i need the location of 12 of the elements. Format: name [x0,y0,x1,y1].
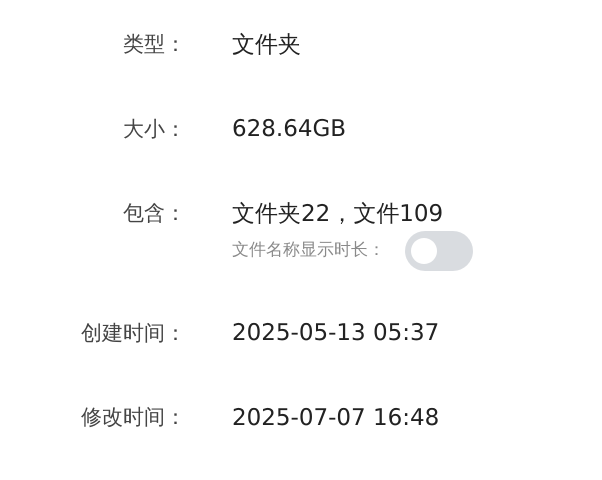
field-label: 包含： [122,200,186,228]
field-label: 创建时间： [80,320,186,347]
field-label: 修改时间： [80,404,186,432]
field-label: 大小： [122,116,186,143]
field-value: 628.64GB [232,115,346,144]
toggle-label: 文件名称显示时长： [232,239,385,262]
field-label: 类型： [122,31,186,58]
toggle-switch[interactable] [405,230,473,271]
field-value: 2025-07-07 16:48 [232,404,440,433]
field-value: 2025-05-13 05:37 [232,319,440,348]
field-value: 文件夹22，文件109 [232,200,444,229]
field-value: 文件夹 [232,30,301,60]
